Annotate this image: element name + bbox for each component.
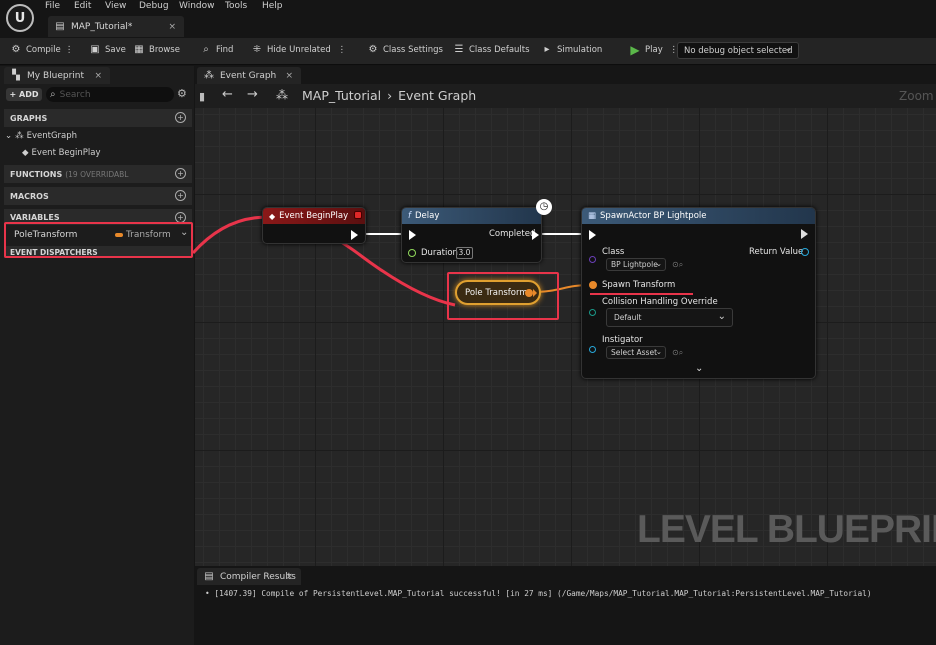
- enum-pin-icon[interactable]: [589, 309, 596, 316]
- node-title: Event BeginPlay: [279, 211, 349, 221]
- chevron-down-icon: ⌄: [655, 347, 662, 356]
- expand-node-icon[interactable]: ⌄: [695, 363, 703, 374]
- browse-asset-icon[interactable]: ⊙⌕: [672, 348, 683, 358]
- compiler-results-panel: [195, 566, 936, 645]
- class-select-value: BP Lightpole: [611, 260, 658, 269]
- function-icon: f: [408, 211, 411, 221]
- exec-in-pin[interactable]: [589, 230, 596, 240]
- node-spawnactor[interactable]: ▦ SpawnActor BP Lightpole Class BP Light…: [581, 207, 816, 379]
- chevron-down-icon: ⌄: [655, 259, 662, 268]
- pole-transform-highlight-box: [447, 272, 559, 320]
- node-title: SpawnActor BP Lightpole: [600, 211, 707, 221]
- instigator-label: Instigator: [602, 335, 643, 345]
- instigator-pin-icon[interactable]: [589, 346, 596, 353]
- results-icon: ▤: [204, 570, 214, 582]
- completed-label: Completed: [489, 229, 536, 239]
- spawn-transform-label: Spawn Transform: [602, 280, 676, 290]
- class-select[interactable]: BP Lightpole ⌄: [606, 258, 666, 271]
- return-value-label: Return Value: [749, 247, 804, 257]
- exec-out-pin[interactable]: [801, 229, 808, 239]
- return-value-pin[interactable]: [801, 248, 809, 256]
- browse-asset-icon[interactable]: ⊙⌕: [672, 260, 683, 270]
- node-delay[interactable]: f Delay Completed Duration 3.0: [401, 207, 542, 263]
- chevron-down-icon: ⌄: [717, 311, 726, 322]
- exec-in-pin[interactable]: [409, 230, 416, 240]
- close-icon[interactable]: ×: [285, 572, 293, 582]
- spawn-transform-underline: [590, 293, 693, 295]
- duration-input[interactable]: 3.0: [456, 247, 473, 259]
- instigator-select[interactable]: Select Asset ⌄: [606, 346, 666, 359]
- node-header: f Delay: [402, 208, 541, 224]
- class-label: Class: [602, 247, 625, 257]
- clock-icon: ◷: [536, 199, 552, 215]
- delegate-pin-icon[interactable]: [354, 211, 362, 219]
- exec-completed-pin[interactable]: [532, 230, 539, 240]
- tab-compiler-results[interactable]: ▤ Compiler Results ×: [197, 568, 301, 585]
- node-event-beginplay[interactable]: ◆ Event BeginPlay: [262, 207, 366, 244]
- duration-label: Duration: [421, 248, 458, 258]
- transform-pin-icon[interactable]: [589, 281, 597, 289]
- float-pin-icon[interactable]: [408, 249, 416, 257]
- collision-select-value: Default: [614, 313, 642, 322]
- compiler-result-message: • [1407.39] Compile of PersistentLevel.M…: [205, 589, 872, 598]
- collision-select[interactable]: Default ⌄: [606, 308, 733, 327]
- event-icon: ◆: [269, 211, 276, 221]
- node-title: Delay: [415, 211, 440, 221]
- spawn-icon: ▦: [588, 211, 597, 221]
- node-header: ◆ Event BeginPlay: [263, 208, 365, 224]
- collision-label: Collision Handling Override: [602, 297, 718, 307]
- instigator-select-value: Select Asset: [611, 348, 658, 357]
- class-pin-icon[interactable]: [589, 256, 596, 263]
- exec-out-pin[interactable]: [351, 230, 358, 240]
- node-header: ▦ SpawnActor BP Lightpole: [582, 208, 815, 224]
